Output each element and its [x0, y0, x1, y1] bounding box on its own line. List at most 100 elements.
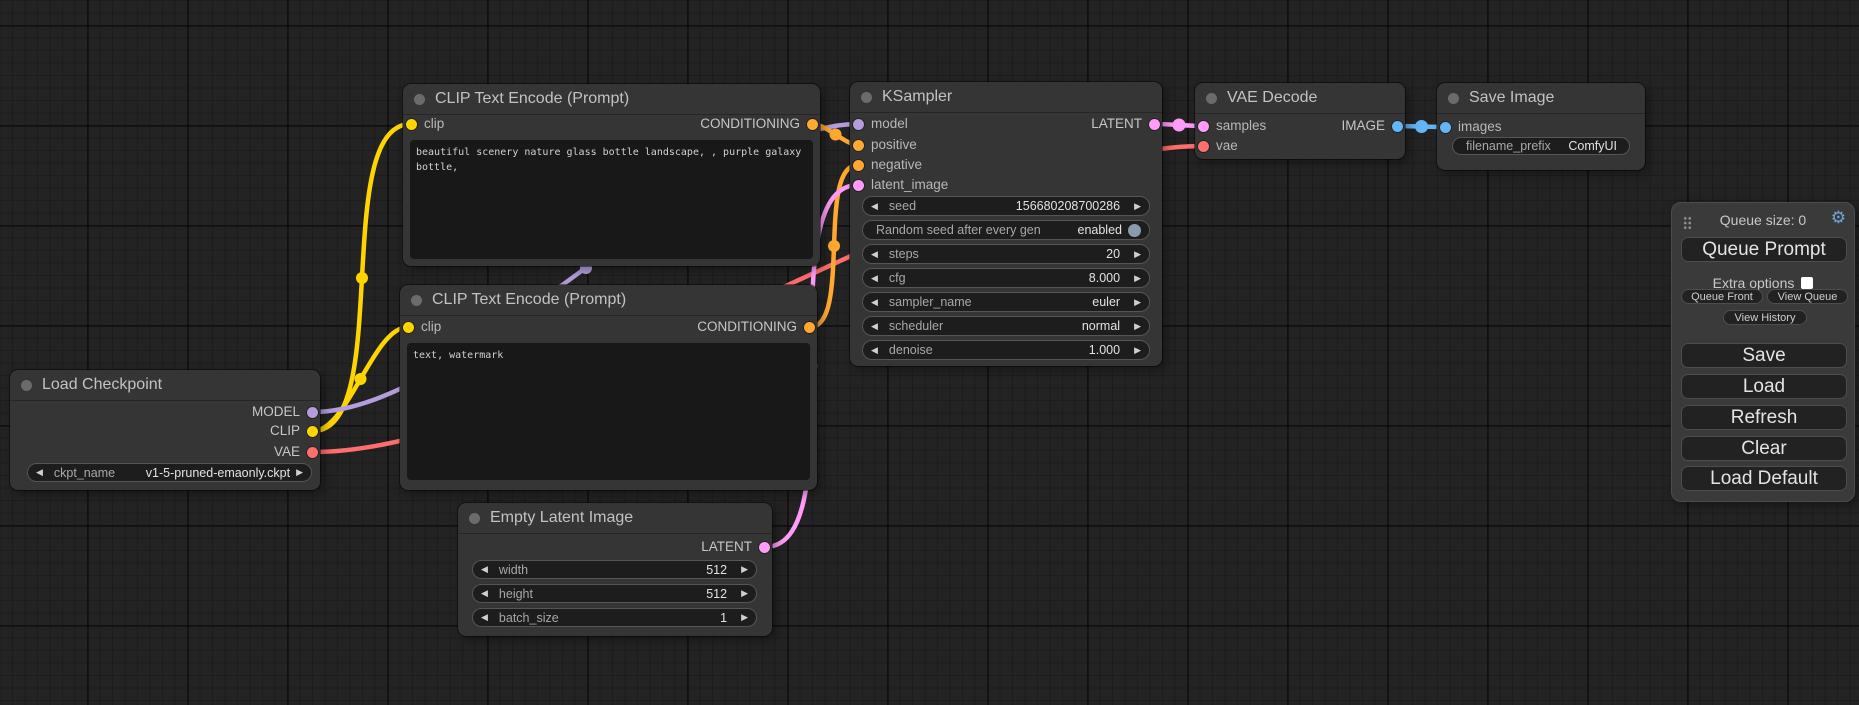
batch-size-widget[interactable]: ◀ batch_size 1 ▶ — [472, 608, 757, 627]
input-slot-samples[interactable]: samples — [1198, 117, 1266, 135]
denoise-widget[interactable]: ◀ denoise 1.000 ▶ — [862, 340, 1150, 360]
cfg-widget[interactable]: ◀ cfg 8.000 ▶ — [862, 268, 1150, 288]
clear-button[interactable]: Clear — [1681, 436, 1847, 461]
prev-arrow-icon[interactable]: ◀ — [871, 322, 878, 331]
increment-arrow-icon[interactable]: ▶ — [741, 589, 748, 598]
input-slot-images[interactable]: images — [1440, 118, 1502, 136]
load-button[interactable]: Load — [1681, 374, 1847, 399]
collapse-dot-icon[interactable] — [21, 380, 32, 391]
collapse-dot-icon[interactable] — [414, 94, 425, 105]
scheduler-widget[interactable]: ◀ scheduler normal ▶ — [862, 316, 1150, 336]
conditioning-output-dot[interactable] — [807, 119, 818, 130]
increment-arrow-icon[interactable]: ▶ — [741, 565, 748, 574]
collapse-dot-icon[interactable] — [861, 92, 872, 103]
output-slot-latent[interactable]: LATENT — [701, 538, 770, 556]
decrement-arrow-icon[interactable]: ◀ — [481, 565, 488, 574]
input-slot-latent-image[interactable]: latent_image — [853, 176, 948, 194]
samples-input-dot[interactable] — [1198, 121, 1209, 132]
node-clip-text-encode-negative[interactable]: CLIP Text Encode (Prompt) clip CONDITION… — [400, 285, 817, 490]
random-seed-toggle-widget[interactable]: Random seed after every gen enabled — [862, 220, 1150, 240]
prev-arrow-icon[interactable]: ◀ — [36, 468, 43, 477]
extra-options-checkbox[interactable] — [1801, 277, 1813, 289]
output-slot-image[interactable]: IMAGE — [1341, 117, 1403, 135]
view-history-button[interactable]: View History — [1723, 310, 1807, 325]
vae-output-dot[interactable] — [307, 447, 318, 458]
load-default-button[interactable]: Load Default — [1681, 466, 1847, 491]
output-slot-vae[interactable]: VAE — [274, 443, 318, 461]
decrement-arrow-icon[interactable]: ◀ — [871, 250, 878, 259]
increment-arrow-icon[interactable]: ▶ — [1134, 274, 1141, 283]
steps-widget[interactable]: ◀ steps 20 ▶ — [862, 244, 1150, 264]
image-output-dot[interactable] — [1392, 121, 1403, 132]
output-slot-latent[interactable]: LATENT — [1091, 115, 1160, 133]
prev-arrow-icon[interactable]: ◀ — [871, 298, 878, 307]
seed-widget[interactable]: ◀ seed 156680208700286 ▶ — [862, 196, 1150, 216]
next-arrow-icon[interactable]: ▶ — [296, 468, 303, 477]
output-slot-conditioning[interactable]: CONDITIONING — [700, 115, 818, 133]
output-slot-clip[interactable]: CLIP — [270, 422, 318, 440]
collapse-dot-icon[interactable] — [411, 295, 422, 306]
node-title-bar[interactable]: Save Image — [1437, 83, 1645, 114]
latent-input-dot[interactable] — [853, 180, 864, 191]
collapse-dot-icon[interactable] — [469, 513, 480, 524]
decrement-arrow-icon[interactable]: ◀ — [871, 274, 878, 283]
node-title-bar[interactable]: CLIP Text Encode (Prompt) — [403, 84, 820, 115]
node-title-bar[interactable]: Empty Latent Image — [458, 503, 772, 534]
input-slot-vae[interactable]: vae — [1198, 137, 1238, 155]
increment-arrow-icon[interactable]: ▶ — [741, 613, 748, 622]
comfyui-canvas[interactable]: { "colors": { "model": "#B39DDB", "clip"… — [0, 0, 1859, 705]
height-widget[interactable]: ◀ height 512 ▶ — [472, 584, 757, 603]
save-button[interactable]: Save — [1681, 343, 1847, 368]
input-slot-positive[interactable]: positive — [853, 136, 917, 154]
increment-arrow-icon[interactable]: ▶ — [1134, 202, 1141, 211]
next-arrow-icon[interactable]: ▶ — [1134, 322, 1141, 331]
node-ksampler[interactable]: KSampler model positive negative latent_… — [850, 82, 1162, 366]
vae-input-dot[interactable] — [1198, 141, 1209, 152]
output-slot-conditioning[interactable]: CONDITIONING — [697, 318, 815, 336]
positive-input-dot[interactable] — [853, 140, 864, 151]
decrement-arrow-icon[interactable]: ◀ — [871, 346, 878, 355]
ckpt-name-widget[interactable]: ◀ ckpt_name v1-5-pruned-emaonly.ckpt ▶ — [27, 463, 312, 482]
decrement-arrow-icon[interactable]: ◀ — [481, 613, 488, 622]
input-slot-model[interactable]: model — [853, 115, 908, 133]
node-title-bar[interactable]: VAE Decode — [1195, 83, 1405, 114]
negative-input-dot[interactable] — [853, 160, 864, 171]
clip-output-dot[interactable] — [307, 426, 318, 437]
view-queue-button[interactable]: View Queue — [1767, 289, 1848, 304]
settings-gear-icon[interactable]: ⚙ — [1831, 209, 1846, 226]
model-output-dot[interactable] — [307, 407, 318, 418]
node-title-bar[interactable]: KSampler — [850, 82, 1162, 113]
conditioning-output-dot[interactable] — [804, 322, 815, 333]
width-widget[interactable]: ◀ width 512 ▶ — [472, 560, 757, 579]
increment-arrow-icon[interactable]: ▶ — [1134, 346, 1141, 355]
latent-output-dot[interactable] — [759, 542, 770, 553]
input-slot-clip[interactable]: clip — [406, 115, 444, 133]
node-load-checkpoint[interactable]: Load Checkpoint MODEL CLIP VAE ◀ ckpt_na… — [10, 370, 320, 490]
next-arrow-icon[interactable]: ▶ — [1134, 298, 1141, 307]
node-empty-latent-image[interactable]: Empty Latent Image LATENT ◀ width 512 ▶ … — [458, 503, 772, 636]
model-input-dot[interactable] — [853, 119, 864, 130]
collapse-dot-icon[interactable] — [1448, 93, 1459, 104]
filename-prefix-widget[interactable]: filename_prefix ComfyUI — [1452, 137, 1630, 155]
collapse-dot-icon[interactable] — [1206, 93, 1217, 104]
decrement-arrow-icon[interactable]: ◀ — [871, 202, 878, 211]
positive-prompt-textarea[interactable]: beautiful scenery nature glass bottle la… — [410, 140, 813, 259]
input-slot-negative[interactable]: negative — [853, 156, 922, 174]
input-slot-clip[interactable]: clip — [403, 318, 441, 336]
increment-arrow-icon[interactable]: ▶ — [1134, 250, 1141, 259]
node-vae-decode[interactable]: VAE Decode samples vae IMAGE — [1195, 83, 1405, 159]
queue-front-button[interactable]: Queue Front — [1681, 289, 1763, 304]
output-slot-model[interactable]: MODEL — [252, 403, 318, 421]
clip-input-dot[interactable] — [406, 119, 417, 130]
images-input-dot[interactable] — [1440, 122, 1451, 133]
negative-prompt-textarea[interactable]: text, watermark — [407, 343, 810, 480]
clip-input-dot[interactable] — [403, 322, 414, 333]
refresh-button[interactable]: Refresh — [1681, 405, 1847, 430]
latent-output-dot[interactable] — [1149, 119, 1160, 130]
node-clip-text-encode-positive[interactable]: CLIP Text Encode (Prompt) clip CONDITION… — [403, 84, 820, 266]
node-title-bar[interactable]: Load Checkpoint — [10, 370, 320, 401]
decrement-arrow-icon[interactable]: ◀ — [481, 589, 488, 598]
sampler-name-widget[interactable]: ◀ sampler_name euler ▶ — [862, 292, 1150, 312]
toggle-on-icon[interactable] — [1128, 224, 1141, 237]
node-save-image[interactable]: Save Image images filename_prefix ComfyU… — [1437, 83, 1645, 170]
